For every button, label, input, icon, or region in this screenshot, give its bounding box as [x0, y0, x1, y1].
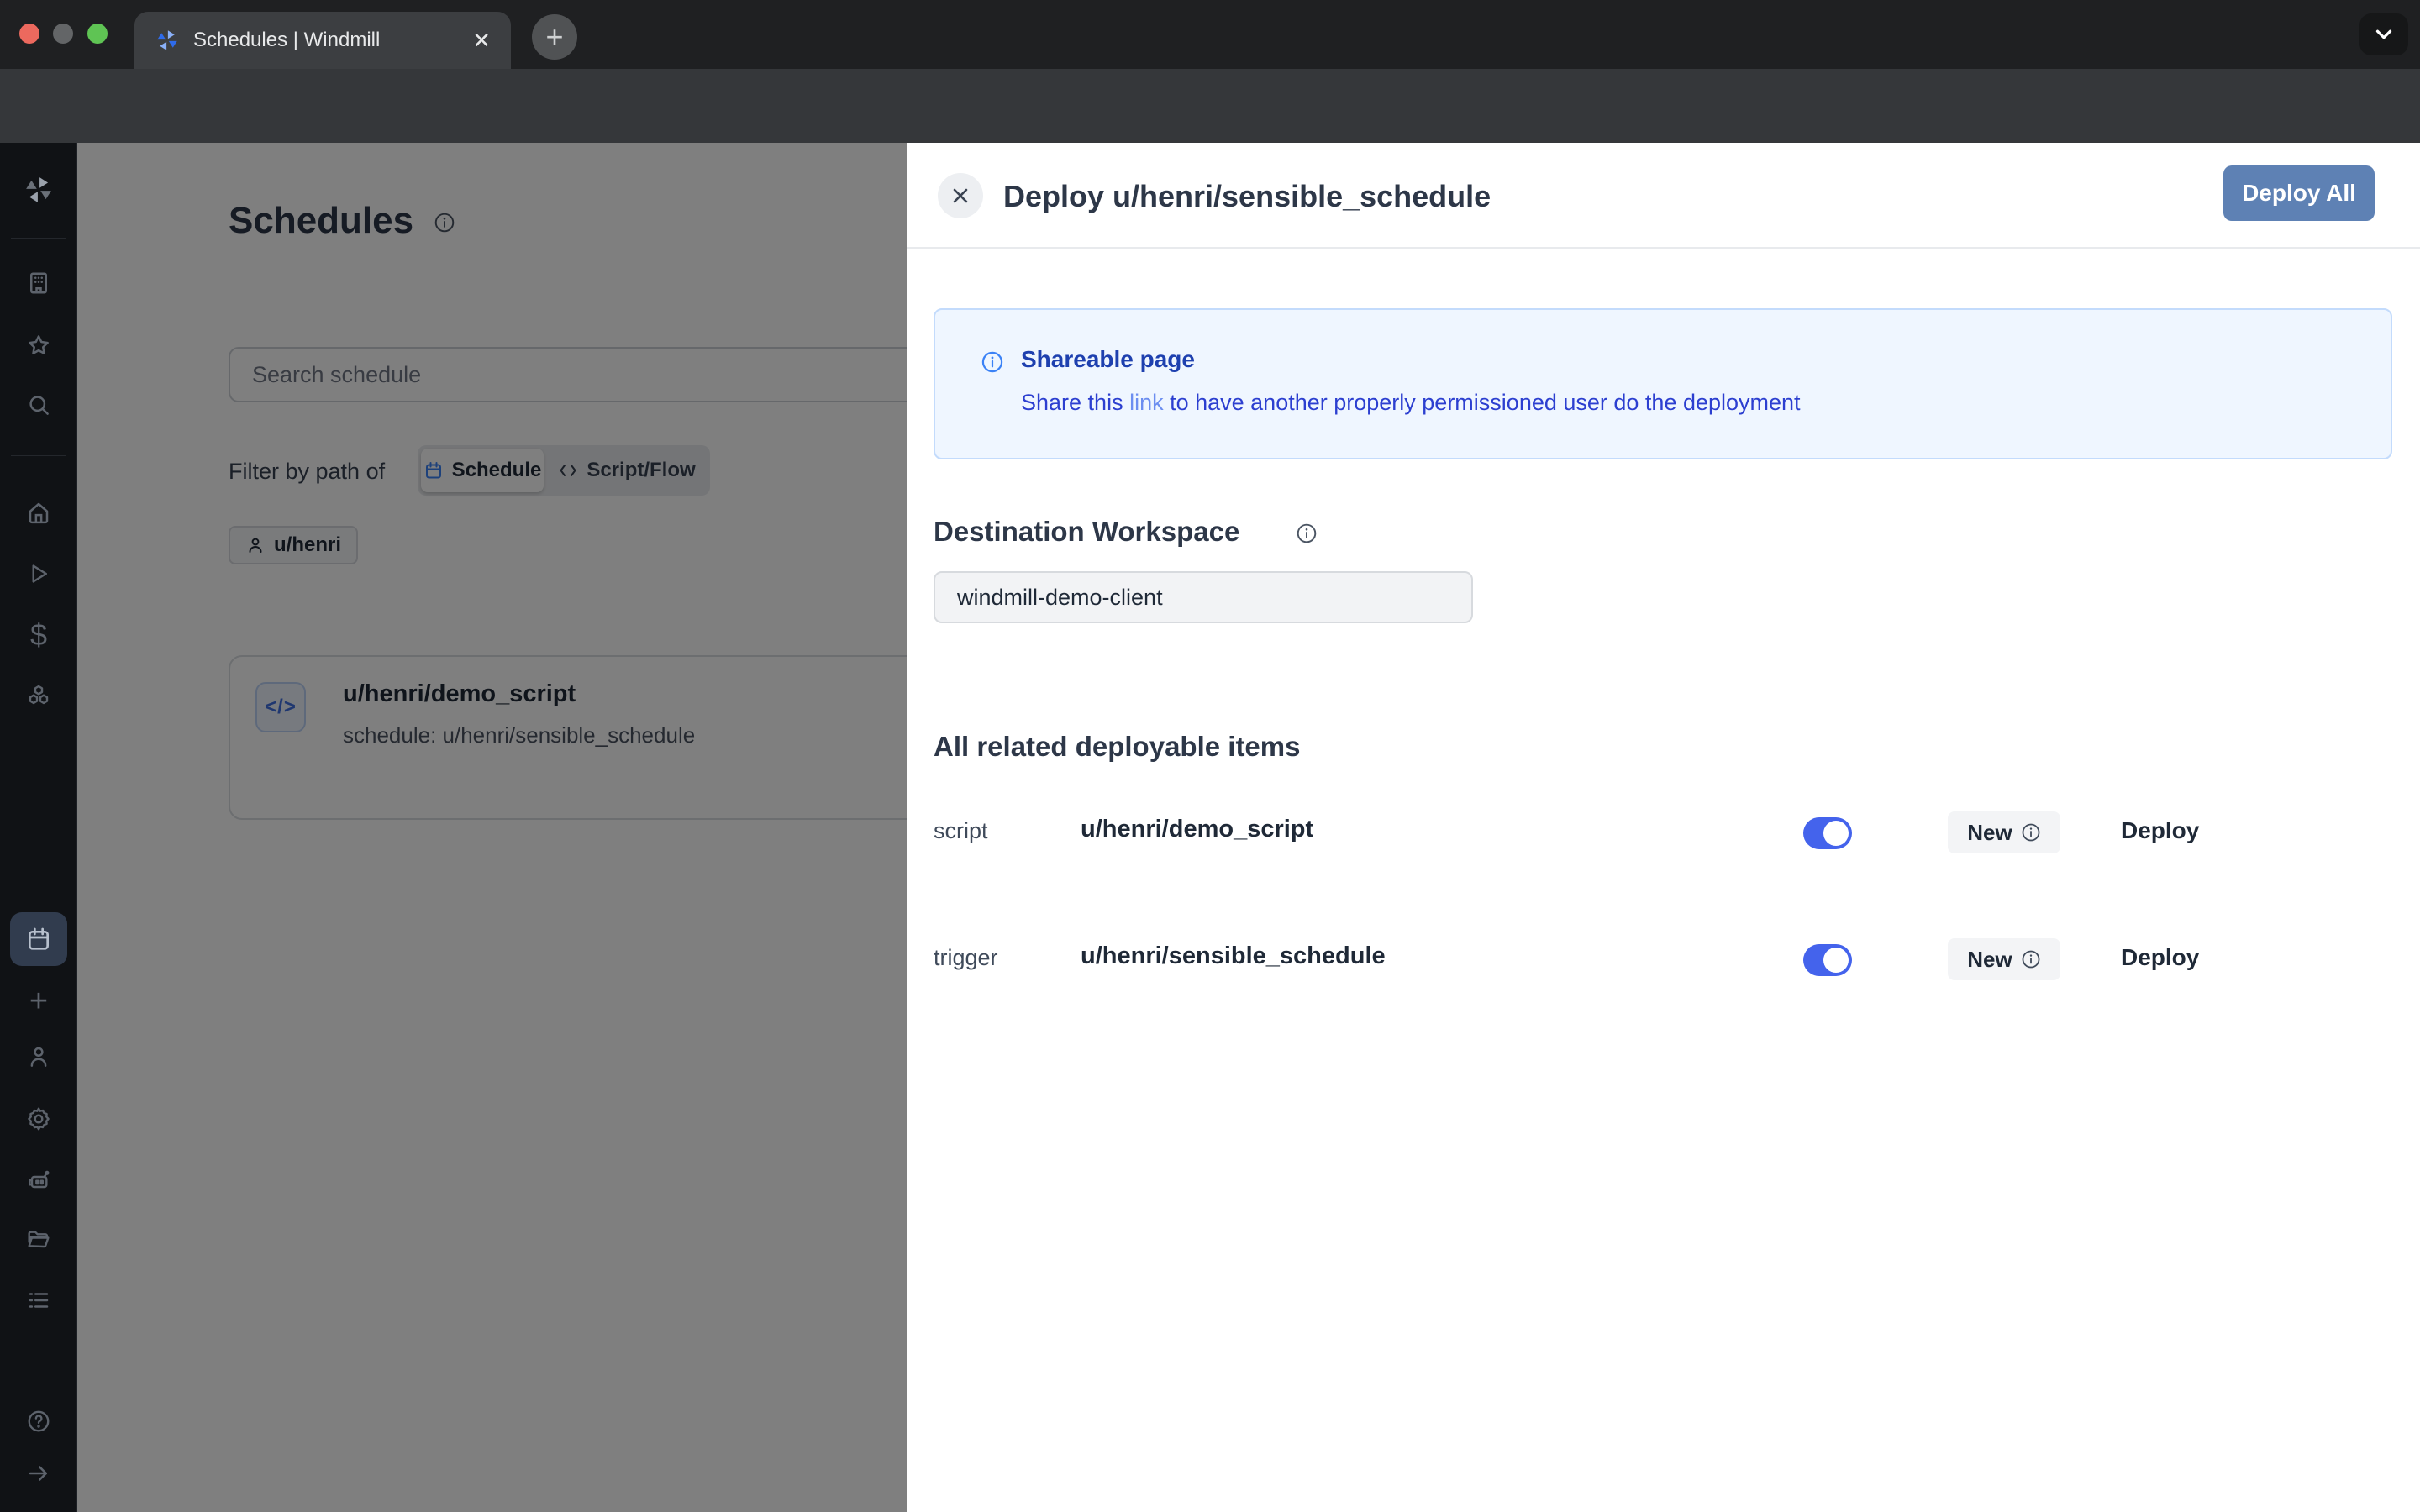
- drawer-title: Deploy u/henri/sensible_schedule: [1003, 179, 1491, 214]
- chevron-down-icon: [2371, 22, 2396, 47]
- app-sidebar: $ +: [0, 143, 77, 1512]
- item-status-badge: New: [1948, 811, 2060, 853]
- info-icon: [981, 350, 1004, 374]
- window-minimize-button[interactable]: [53, 24, 73, 44]
- sidebar-item-help[interactable]: [0, 1398, 77, 1445]
- sidebar-item-workspace[interactable]: [0, 260, 77, 307]
- toggle-knob: [1823, 821, 1849, 846]
- destination-workspace-input[interactable]: windmill-demo-client: [934, 571, 1473, 623]
- item-path: u/henri/sensible_schedule: [1081, 942, 1386, 970]
- windmill-favicon-icon: [155, 28, 180, 53]
- browser-toolbar: app.windmill.dev/schedules?filter_kind=s…: [0, 69, 2420, 143]
- new-tab-button[interactable]: +: [532, 14, 577, 60]
- destination-workspace-value: windmill-demo-client: [957, 585, 1163, 611]
- sidebar-item-workers[interactable]: [0, 1157, 77, 1204]
- toggle-knob: [1823, 948, 1849, 973]
- sidebar-item-search[interactable]: [0, 381, 77, 428]
- calendar-icon: [25, 926, 52, 953]
- destination-workspace-heading: Destination Workspace: [934, 516, 1239, 548]
- window-zoom-button[interactable]: [87, 24, 108, 44]
- modal-dim-overlay[interactable]: [77, 143, 908, 1512]
- deploy-drawer: Deploy u/henri/sensible_schedule Deploy …: [908, 143, 2420, 1512]
- sidebar-item-schedules-active[interactable]: [10, 912, 67, 966]
- windmill-logo-icon[interactable]: [23, 174, 55, 206]
- sidebar-item-favorites[interactable]: [0, 322, 77, 369]
- sidebar-item-folders[interactable]: [0, 1216, 77, 1263]
- item-status-badge: New: [1948, 938, 2060, 980]
- browser-tab[interactable]: Schedules | Windmill ✕: [134, 12, 511, 69]
- page-area: Schedules Search schedule Filter by path…: [0, 143, 2420, 1512]
- sidebar-item-settings[interactable]: [0, 1095, 77, 1142]
- window-close-button[interactable]: [19, 24, 39, 44]
- shareable-page-banner: Shareable page Share this link to have a…: [934, 308, 2392, 459]
- tab-search-button[interactable]: [2360, 13, 2408, 55]
- item-toggle[interactable]: [1803, 944, 1852, 976]
- banner-title: Shareable page: [1021, 346, 1195, 373]
- destination-info-icon[interactable]: [1296, 522, 1318, 544]
- item-toggle[interactable]: [1803, 817, 1852, 849]
- banner-body: Share this link to have another properly…: [1021, 390, 1801, 416]
- item-path: u/henri/demo_script: [1081, 816, 1313, 843]
- tab-close-icon[interactable]: ✕: [472, 29, 491, 51]
- sidebar-expand-arrow[interactable]: [0, 1450, 77, 1497]
- deployable-row-trigger: trigger u/henri/sensible_schedule New De…: [934, 928, 2396, 992]
- item-deploy-button[interactable]: Deploy: [2121, 944, 2199, 971]
- info-icon[interactable]: [2021, 949, 2041, 969]
- sidebar-item-audit-logs[interactable]: [0, 1277, 77, 1324]
- sidebar-divider: [11, 238, 66, 239]
- browser-tab-strip: Schedules | Windmill ✕ +: [0, 0, 2420, 69]
- sidebar-item-home[interactable]: [0, 489, 77, 536]
- item-kind: script: [934, 818, 988, 844]
- sidebar-item-resources[interactable]: [0, 673, 77, 720]
- sidebar-item-variables[interactable]: $: [0, 612, 77, 659]
- close-icon: [949, 184, 972, 207]
- sidebar-item-users[interactable]: [0, 1033, 77, 1080]
- deploy-all-button[interactable]: Deploy All: [2223, 165, 2375, 221]
- drawer-close-button[interactable]: [938, 173, 983, 218]
- tab-title: Schedules | Windmill: [193, 29, 459, 52]
- sidebar-divider: [11, 455, 66, 456]
- item-kind: trigger: [934, 945, 998, 971]
- sidebar-item-runs[interactable]: [0, 550, 77, 597]
- item-deploy-button[interactable]: Deploy: [2121, 817, 2199, 844]
- sidebar-item-add[interactable]: +: [0, 978, 77, 1025]
- deployable-items-heading: All related deployable items: [934, 731, 1300, 763]
- share-link[interactable]: link: [1129, 390, 1164, 415]
- deployable-row-script: script u/henri/demo_script New Deploy: [934, 801, 2396, 865]
- info-icon[interactable]: [2021, 822, 2041, 843]
